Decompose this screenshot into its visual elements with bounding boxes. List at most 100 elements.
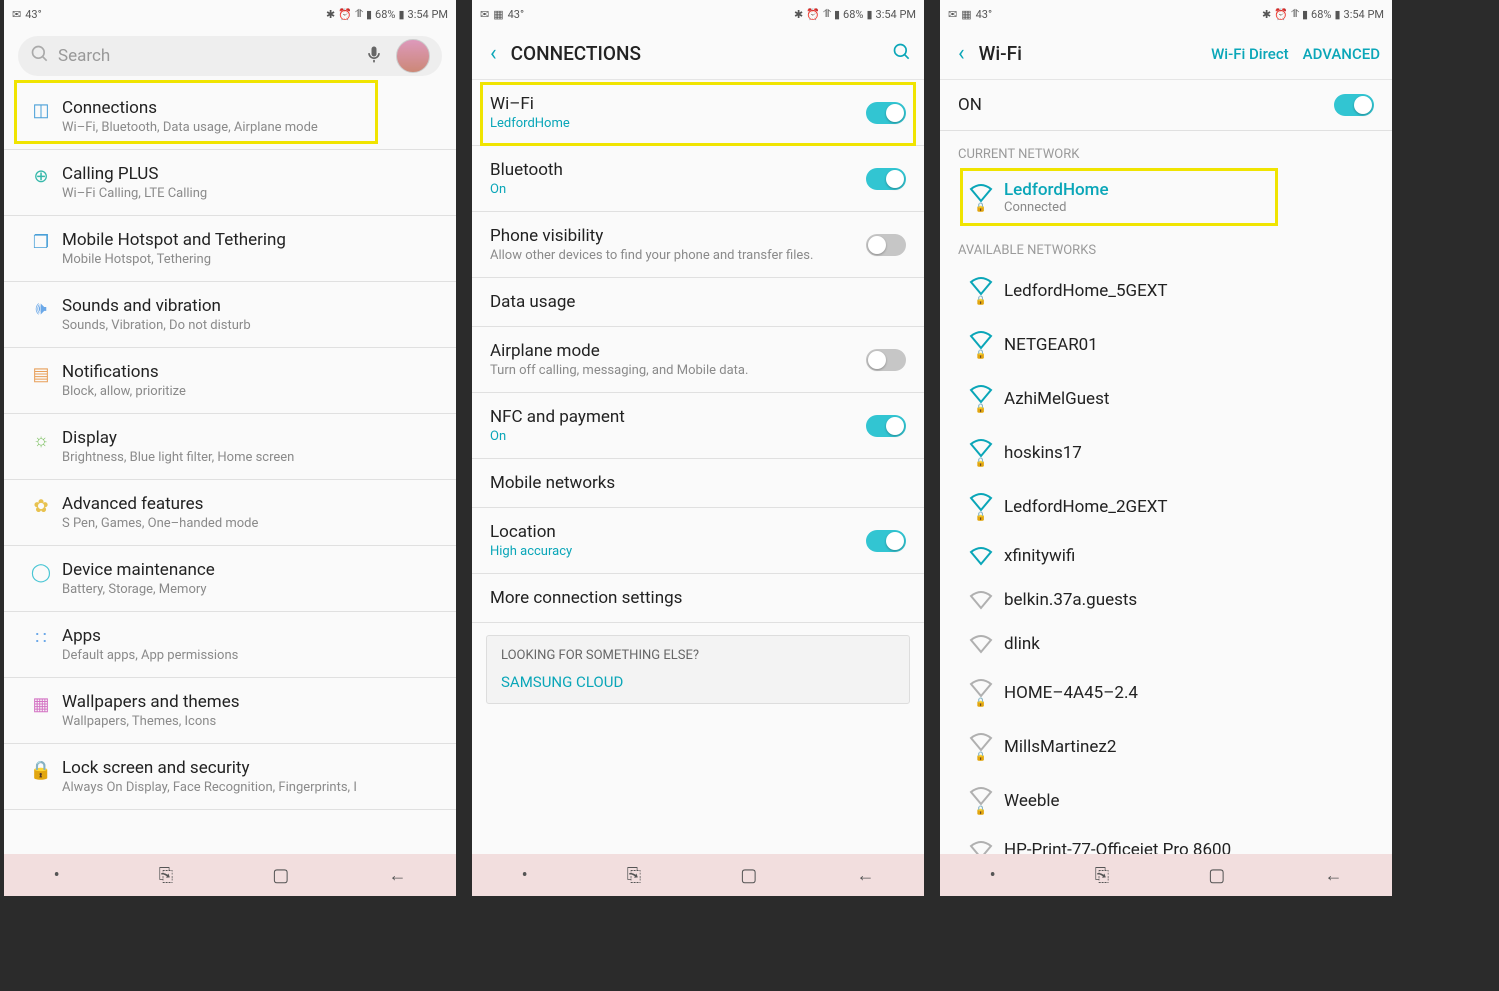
connections-screen: ✉ ▦ 43° ✱ ⏰ ⥣ ▮ 68% ▮ 3:54 PM ‹ CONNECTI… [472,0,924,896]
item-sub: Brightness, Blue light filter, Home scre… [62,450,440,465]
settings-item[interactable]: 🔒 Lock screen and security Always On Dis… [4,744,456,810]
item-title: Airplane mode [490,341,866,361]
network-name: xfinitywifi [1004,546,1075,566]
item-title: Notifications [62,362,440,382]
wifi-network[interactable]: belkin.37a.guests [940,578,1392,622]
network-name: LedfordHome_2GEXT [1004,497,1168,517]
header: ‹ Wi-Fi Wi-Fi Direct ADVANCED [940,28,1392,80]
toggle-switch[interactable] [1334,94,1374,116]
settings-item[interactable]: ✿ Advanced features S Pen, Games, One–ha… [4,480,456,546]
item-title: Wi–Fi [490,94,866,114]
back-arrow[interactable]: ‹ [484,37,503,70]
conn-item[interactable]: Phone visibilityAllow other devices to f… [472,212,924,278]
avatar[interactable] [396,39,430,73]
wifi-network[interactable]: 🔒 NETGEAR01 [940,318,1392,372]
toggle-switch[interactable] [866,234,906,256]
mail-icon: ✉ [12,8,21,21]
wifi-network[interactable]: dlink [940,622,1392,666]
wifi-network[interactable]: 🔒 Weeble [940,774,1392,828]
wifi-network[interactable]: 🔒 LedfordHome_2GEXT [940,480,1392,534]
header-title: Wi-Fi [979,42,1197,65]
settings-item[interactable]: ∷ Apps Default apps, App permissions [4,612,456,678]
home-button[interactable]: ▢ [1208,865,1225,886]
toggle-switch[interactable] [866,102,906,124]
conn-item[interactable]: Data usage [472,278,924,327]
wifi-network[interactable]: 🔒 hoskins17 [940,426,1392,480]
mail-icon: ✉ [948,8,957,21]
settings-item[interactable]: ◯ Device maintenance Battery, Storage, M… [4,546,456,612]
mic-icon[interactable] [364,44,384,68]
back-arrow[interactable]: ‹ [952,37,971,70]
settings-item[interactable]: 🕪 Sounds and vibration Sounds, Vibration… [4,282,456,348]
toggle-switch[interactable] [866,415,906,437]
settings-item[interactable]: ⊕ Calling PLUS Wi–Fi Calling, LTE Callin… [4,150,456,216]
search-bar[interactable]: Search [18,36,442,76]
settings-item[interactable]: ◫ Connections Wi–Fi, Bluetooth, Data usa… [4,84,456,150]
current-network[interactable]: 🔒 LedfordHome Connected [940,168,1392,227]
item-icon: ∷ [20,626,62,649]
wifi-signal-icon: 🔒 [958,276,1004,306]
conn-item[interactable]: NFC and paymentOn [472,393,924,459]
footer-link[interactable]: SAMSUNG CLOUD [501,673,895,691]
recent-button[interactable]: ⎘ [159,865,173,886]
settings-item[interactable]: ▤ Notifications Block, allow, prioritize [4,348,456,414]
clock: 3:54 PM [1344,8,1384,21]
network-name: NETGEAR01 [1004,335,1098,355]
wifi-network[interactable]: 🔒 HOME–4A45–2.4 [940,666,1392,720]
item-title: Apps [62,626,440,646]
alarm-icon: ⏰ [806,8,820,21]
wifi-master-toggle[interactable]: ON [940,80,1392,131]
item-title: Calling PLUS [62,164,440,184]
conn-item[interactable]: Mobile networks [472,459,924,508]
footer-card[interactable]: LOOKING FOR SOMETHING ELSE? SAMSUNG CLOU… [486,635,910,704]
wifi-direct-link[interactable]: Wi-Fi Direct [1211,45,1289,63]
item-sub: Wallpapers, Themes, Icons [62,714,440,729]
conn-item[interactable]: Airplane modeTurn off calling, messaging… [472,327,924,393]
toggle-switch[interactable] [866,168,906,190]
wifi-network[interactable]: 🔒 AzhiMelGuest [940,372,1392,426]
recent-button[interactable]: ⎘ [627,865,641,886]
item-title: Data usage [490,292,906,312]
wifi-signal-icon [958,634,1004,654]
wifi-icon: ⥣ [1291,7,1299,21]
item-title: Connections [62,98,440,118]
wifi-network[interactable]: 🔒 MillsMartinez2 [940,720,1392,774]
back-button[interactable]: ← [856,865,874,886]
conn-item[interactable]: More connection settings [472,574,924,623]
toggle-switch[interactable] [866,530,906,552]
back-button[interactable]: ← [1324,865,1342,886]
toggle-switch[interactable] [866,349,906,371]
conn-item[interactable]: BluetoothOn [472,146,924,212]
home-button[interactable]: ▢ [272,865,289,886]
settings-item[interactable]: ☼ Display Brightness, Blue light filter,… [4,414,456,480]
recent-button[interactable]: ⎘ [1095,865,1109,886]
nav-bar: • ⎘ ▢ ← [472,854,924,896]
nav-dot: • [54,865,60,886]
conn-item[interactable]: Location High accuracy [472,508,924,574]
item-icon: ◯ [20,560,62,583]
home-button[interactable]: ▢ [740,865,757,886]
item-title: Wallpapers and themes [62,692,440,712]
wifi-signal-icon: 🔒 [958,786,1004,816]
back-button[interactable]: ← [388,865,406,886]
wifi-network[interactable]: 🔒 LedfordHome_5GEXT [940,264,1392,318]
search-button[interactable] [892,42,912,66]
bt-icon: ✱ [1262,8,1271,21]
item-sub: High accuracy [490,544,866,559]
temp-indicator: 43° [976,8,992,21]
wifi-icon: ⥣ [355,7,363,21]
network-status: Connected [1004,200,1109,215]
network-name: Weeble [1004,791,1060,811]
settings-item[interactable]: ▦ Wallpapers and themes Wallpapers, Them… [4,678,456,744]
conn-item[interactable]: Wi–Fi LedfordHome [472,80,924,146]
nav-bar: • ⎘ ▢ ← [940,854,1392,896]
advanced-link[interactable]: ADVANCED [1303,45,1380,63]
image-icon: ▦ [493,8,503,21]
wifi-network[interactable]: xfinitywifi [940,534,1392,578]
nav-dot: • [990,865,996,886]
wifi-signal-icon: 🔒 [958,678,1004,708]
settings-item[interactable]: ❐ Mobile Hotspot and Tethering Mobile Ho… [4,216,456,282]
item-title: Location [490,522,866,542]
item-title: Bluetooth [490,160,866,180]
item-sub: LedfordHome [490,116,866,131]
